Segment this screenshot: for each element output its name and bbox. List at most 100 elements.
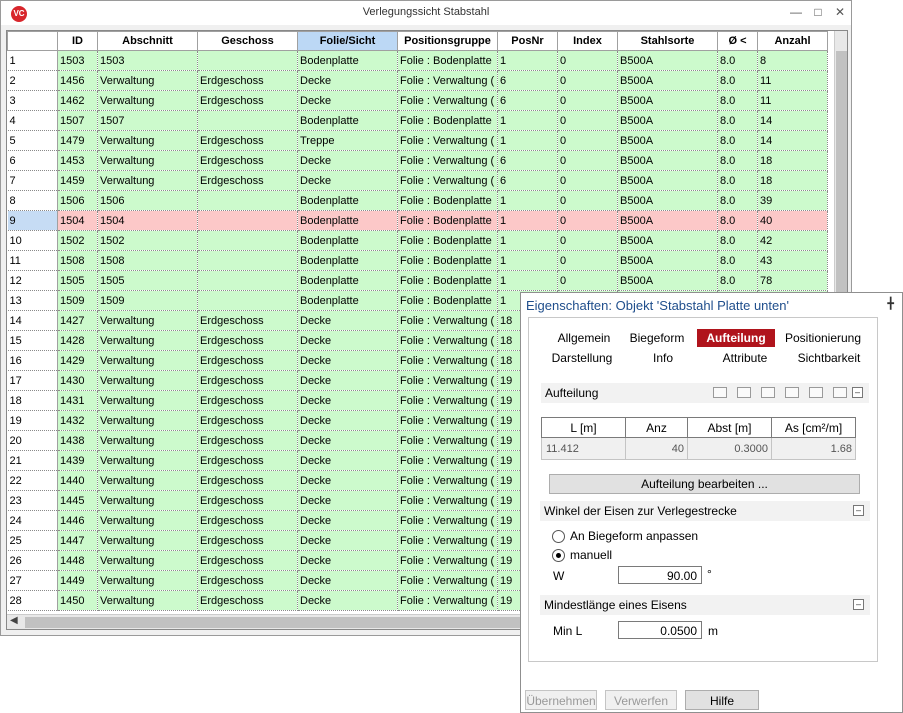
column-header[interactable]: PosNr — [497, 31, 558, 51]
tab-sichtbarkeit[interactable]: Sichtbarkeit — [791, 349, 867, 367]
table-cell: Erdgeschoss — [197, 510, 298, 531]
table-cell: 39 — [757, 190, 828, 211]
help-button[interactable]: Hilfe — [685, 690, 759, 710]
edit-aufteilung-button[interactable]: Aufteilung bearbeiten ... — [549, 474, 860, 494]
table-cell: 8.0 — [717, 150, 758, 171]
row-number: 8 — [7, 190, 58, 211]
table-cell: 0 — [557, 270, 618, 291]
row-number: 14 — [7, 310, 58, 331]
column-header[interactable]: Index — [557, 31, 618, 51]
table-cell: 0 — [557, 190, 618, 211]
table-row[interactable]: 9 1504 1504 Bodenplatte Folie : Bodenplatte 1… — [7, 210, 828, 231]
table-cell: Folie : Verwaltung ( — [397, 430, 498, 451]
add-row-icon[interactable] — [713, 387, 727, 398]
table-cell: Bodenplatte — [297, 270, 398, 291]
table-row[interactable]: 5 1479 Verwaltung Erdgeschoss Treppe Folie : … — [7, 130, 828, 151]
column-header[interactable]: Anzahl — [757, 31, 828, 51]
paste-row-icon[interactable] — [785, 387, 799, 398]
table-row[interactable]: 12 1505 1505 Bodenplatte Folie : Bodenplatte… — [7, 270, 828, 291]
aufteilung-row[interactable]: 11.412 40 0.3000 1.68 — [541, 437, 856, 460]
table-cell: Bodenplatte — [297, 210, 398, 231]
tab-biegeform[interactable]: Biegeform — [625, 329, 689, 347]
table-cell: Erdgeschoss — [197, 410, 298, 431]
scroll-left-icon[interactable]: ◀ — [10, 615, 18, 626]
move-up-icon[interactable] — [809, 387, 823, 398]
collapse-aufteilung-icon[interactable]: – — [852, 387, 863, 398]
table-cell: Decke — [297, 570, 398, 591]
grid-header-row: ID Abschnitt Geschoss Folie/Sicht Positionsg… — [7, 31, 828, 51]
table-row[interactable]: 1 1503 1503 Bodenplatte Folie : Bodenplatte 1… — [7, 50, 828, 71]
row-number: 16 — [7, 350, 58, 371]
discard-button[interactable]: Verwerfen — [605, 690, 677, 710]
table-cell: B500A — [617, 90, 718, 111]
tab-aufteilung[interactable]: Aufteilung — [697, 329, 775, 347]
table-row[interactable]: 7 1459 Verwaltung Erdgeschoss Decke Folie : V… — [7, 170, 828, 191]
table-cell: Erdgeschoss — [197, 590, 298, 611]
table-cell: Verwaltung — [97, 410, 198, 431]
maximize-icon[interactable]: □ — [809, 4, 827, 20]
table-cell: Verwaltung — [97, 70, 198, 91]
w-unit: ° — [707, 567, 712, 581]
table-cell: Folie : Verwaltung ( — [397, 90, 498, 111]
table-row[interactable]: 8 1506 1506 Bodenplatte Folie : Bodenplatte 1… — [7, 190, 828, 211]
tab-attribute[interactable]: Attribute — [715, 349, 775, 367]
tab-darstellung[interactable]: Darstellung — [547, 349, 617, 367]
delete-row-icon[interactable] — [737, 387, 751, 398]
table-cell — [197, 270, 298, 291]
table-cell: 1 — [497, 230, 558, 251]
radio-manuell[interactable] — [552, 549, 565, 562]
minimize-icon[interactable]: — — [787, 4, 805, 20]
pin-icon[interactable]: ╋ — [887, 297, 894, 310]
collapse-mindest-icon[interactable]: – — [853, 599, 864, 610]
w-input[interactable]: 90.00 — [618, 566, 702, 584]
tab-allgemein[interactable]: Allgemein — [549, 329, 619, 347]
table-cell: 1438 — [57, 430, 98, 451]
table-cell: 0 — [557, 250, 618, 271]
table-row[interactable]: 2 1456 Verwaltung Erdgeschoss Decke Folie : V… — [7, 70, 828, 91]
apply-button[interactable]: Übernehmen — [525, 690, 597, 710]
table-cell: 1 — [497, 270, 558, 291]
move-down-icon[interactable] — [833, 387, 847, 398]
table-cell: Verwaltung — [97, 450, 198, 471]
table-cell: 11 — [757, 90, 828, 111]
winkel-section-header: Winkel der Eisen zur Verlegestrecke – — [540, 501, 870, 521]
min-l-input[interactable]: 0.0500 — [618, 621, 702, 639]
table-cell: Verwaltung — [97, 310, 198, 331]
table-row[interactable]: 4 1507 1507 Bodenplatte Folie : Bodenplatte 1… — [7, 110, 828, 131]
table-cell: 6 — [497, 150, 558, 171]
table-row[interactable]: 3 1462 Verwaltung Erdgeschoss Decke Folie : V… — [7, 90, 828, 111]
column-header[interactable]: ID — [57, 31, 98, 51]
table-row[interactable]: 10 1502 1502 Bodenplatte Folie : Bodenplatte… — [7, 230, 828, 251]
close-icon[interactable]: ✕ — [831, 4, 849, 20]
tab-positionierung[interactable]: Positionierung — [781, 329, 865, 347]
row-number: 11 — [7, 250, 58, 271]
table-cell: B500A — [617, 210, 718, 231]
w-label: W — [553, 569, 565, 583]
table-cell: 1507 — [57, 110, 98, 131]
column-header[interactable]: Abschnitt — [97, 31, 198, 51]
column-header[interactable]: Folie/Sicht — [297, 31, 398, 51]
area-cell: 1.68 — [771, 437, 856, 460]
table-cell: 1502 — [97, 230, 198, 251]
radio-biegeform[interactable] — [552, 530, 565, 543]
table-row[interactable]: 6 1453 Verwaltung Erdgeschoss Decke Folie : V… — [7, 150, 828, 171]
column-header[interactable]: Ø < — [717, 31, 758, 51]
tab-info[interactable]: Info — [645, 349, 681, 367]
table-cell: Erdgeschoss — [197, 450, 298, 471]
table-cell: Erdgeschoss — [197, 470, 298, 491]
table-cell: 1506 — [57, 190, 98, 211]
collapse-winkel-icon[interactable]: – — [853, 505, 864, 516]
column-header[interactable]: Geschoss — [197, 31, 298, 51]
table-row[interactable]: 11 1508 1508 Bodenplatte Folie : Bodenplatte… — [7, 250, 828, 271]
table-cell: B500A — [617, 170, 718, 191]
table-cell: Bodenplatte — [297, 110, 398, 131]
copy-row-icon[interactable] — [761, 387, 775, 398]
table-cell: 0 — [557, 90, 618, 111]
row-number: 27 — [7, 570, 58, 591]
table-cell: Verwaltung — [97, 170, 198, 191]
table-cell: Folie : Bodenplatte — [397, 50, 498, 71]
row-number: 4 — [7, 110, 58, 131]
column-header[interactable]: Stahlsorte — [617, 31, 718, 51]
column-header[interactable]: Positionsgruppe — [397, 31, 498, 51]
table-cell: Erdgeschoss — [197, 330, 298, 351]
